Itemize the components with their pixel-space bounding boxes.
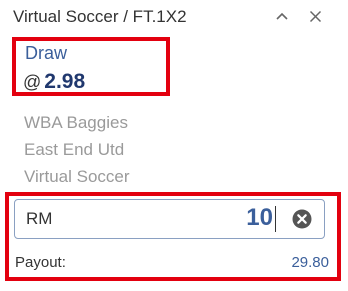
clear-circle-icon [292,209,312,229]
payout-label: Payout: [15,254,66,271]
text-caret [275,206,276,232]
odds-row: @ 2.98 [23,70,85,94]
odds-value: 2.98 [44,70,86,93]
payout-value: 29.80 [291,254,329,271]
clear-stake-button[interactable] [292,209,312,229]
odds-prefix: @ [23,72,42,92]
bet-slip-title: Virtual Soccer / FT.1X2 [13,7,187,26]
stake-input[interactable] [14,199,325,239]
sport-name: Virtual Soccer [24,167,130,186]
collapse-button[interactable] [270,4,294,28]
close-icon [309,10,321,22]
close-button[interactable] [303,4,327,28]
stake-value[interactable]: 10 [246,204,273,232]
selection-name: Draw [25,43,68,63]
chevron-up-icon [276,12,288,20]
away-team: East End Utd [24,140,125,159]
stake-currency: RM [26,209,53,228]
home-team: WBA Baggies [24,113,128,132]
